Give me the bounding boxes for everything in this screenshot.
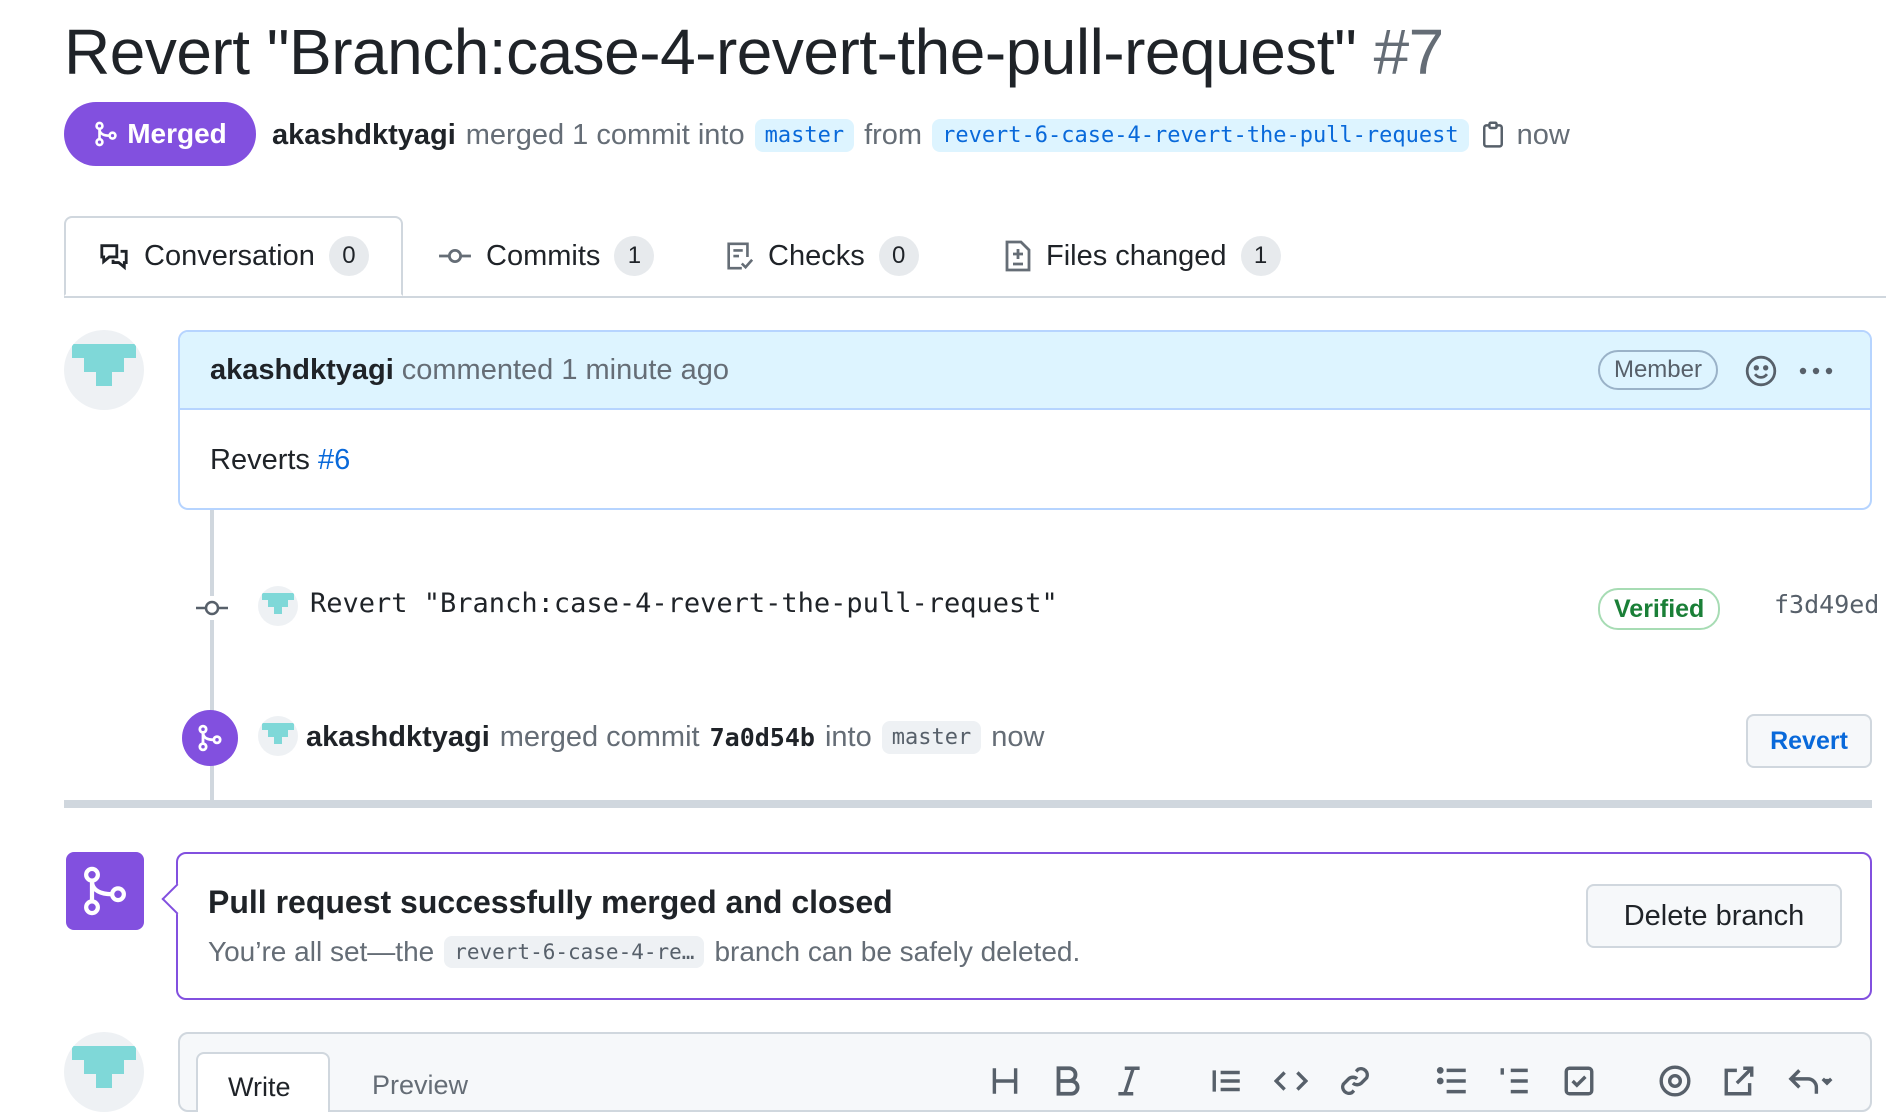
reply-icon[interactable] — [1786, 1064, 1834, 1098]
tab-label: Conversation — [144, 239, 315, 272]
merge-status-title: Pull request successfully merged and clo… — [208, 884, 893, 920]
merger-avatar[interactable] — [258, 716, 298, 756]
comment-body-text: Reverts — [210, 444, 310, 476]
smiley-icon[interactable] — [1744, 354, 1778, 388]
tab-files-changed[interactable]: Files changed 1 — [1004, 216, 1281, 296]
merge-event-badge — [182, 710, 238, 766]
heading-icon[interactable] — [988, 1064, 1022, 1098]
tab-checks[interactable]: Checks 0 — [724, 216, 919, 296]
comment-discussion-icon — [100, 244, 128, 271]
cross-reference-icon[interactable] — [1722, 1064, 1756, 1098]
commenter-avatar[interactable] — [64, 330, 144, 410]
git-commit-icon — [194, 596, 230, 620]
quote-icon[interactable] — [1210, 1064, 1244, 1098]
unordered-list-icon[interactable] — [1436, 1064, 1470, 1098]
revert-button[interactable]: Revert — [1746, 714, 1872, 768]
git-commit-icon — [439, 248, 471, 264]
merger-link[interactable]: akashdktyagi — [306, 721, 490, 754]
delete-branch-button[interactable]: Delete branch — [1586, 884, 1842, 948]
pr-title-text: Revert "Branch:case-4-revert-the-pull-re… — [64, 16, 1357, 88]
merge-into-text: into — [824, 720, 872, 753]
kebab-horizontal-icon[interactable] — [1798, 366, 1834, 376]
copy-icon[interactable] — [1479, 120, 1507, 150]
tab-commits[interactable]: Commits 1 — [438, 216, 655, 296]
from-text: from — [864, 118, 923, 151]
merge-commit-sha-link[interactable]: 7a0d54b — [710, 723, 815, 752]
comment-body: Reverts #6 — [180, 410, 1870, 508]
current-user-avatar[interactable] — [64, 1032, 144, 1112]
commit-author-avatar[interactable] — [258, 586, 298, 626]
pr-meta: akashdktyagi merged 1 commit into master… — [272, 112, 1570, 158]
tab-counter: 1 — [1240, 236, 1281, 276]
link-icon[interactable] — [1338, 1064, 1372, 1098]
merged-text: merged 1 commit into — [465, 118, 745, 151]
merged-state-badge: Merged — [64, 102, 256, 166]
tab-counter: 0 — [328, 236, 369, 276]
tab-counter: 1 — [614, 236, 655, 276]
git-merge-icon — [95, 121, 117, 147]
merge-status-prefix: You’re all set—the — [208, 936, 435, 967]
merge-status-subtitle: You’re all set—the revert-6-case-4-re… b… — [208, 936, 1080, 968]
file-diff-icon — [1005, 240, 1031, 272]
state-label: Merged — [127, 118, 227, 149]
pr-tab-bar: Conversation 0 Commits 1 Checks 0 Files … — [64, 216, 1886, 298]
verified-badge[interactable]: Verified — [1598, 588, 1721, 630]
comment-header: akashdktyagi commented 1 minute ago Memb… — [180, 332, 1870, 410]
member-badge: Member — [1597, 350, 1718, 390]
code-icon[interactable] — [1274, 1064, 1308, 1098]
tab-counter: 0 — [878, 236, 919, 276]
pr-author-link[interactable]: akashdktyagi — [272, 119, 456, 152]
comment-author-link[interactable]: akashdktyagi — [210, 354, 394, 387]
pr-number: #7 — [1373, 16, 1445, 88]
git-merge-icon — [198, 724, 222, 752]
head-branch-chip[interactable]: revert-6-case-4-revert-the-pull-request — [932, 118, 1469, 152]
timeline-divider — [64, 800, 1872, 808]
merge-event-time[interactable]: now — [991, 721, 1044, 754]
base-branch-chip[interactable]: master — [754, 118, 855, 152]
ordered-list-icon[interactable] — [1498, 1064, 1532, 1098]
tab-conversation[interactable]: Conversation 0 — [64, 216, 403, 296]
tab-label: Files changed — [1046, 239, 1227, 272]
commit-sha-link[interactable]: f3d49ed — [1774, 590, 1879, 619]
merge-target-branch[interactable]: master — [881, 720, 982, 754]
commit-message-link[interactable]: Revert "Branch:case-4-revert-the-pull-re… — [310, 588, 1058, 619]
merge-status-suffix: branch can be safely deleted. — [714, 936, 1081, 967]
write-tab[interactable]: Write — [196, 1052, 330, 1112]
comment-card: akashdktyagi commented 1 minute ago Memb… — [178, 330, 1872, 510]
comment-meta[interactable]: commented 1 minute ago — [402, 354, 729, 387]
pr-title: Revert "Branch:case-4-revert-the-pull-re… — [64, 14, 1444, 90]
bold-icon[interactable] — [1050, 1064, 1084, 1098]
merge-event-text: akashdktyagi merged commit 7a0d54b into … — [306, 714, 1044, 760]
task-list-icon[interactable] — [1562, 1064, 1596, 1098]
pr-time: now — [1516, 118, 1570, 151]
italic-icon[interactable] — [1112, 1064, 1146, 1098]
mention-icon[interactable] — [1658, 1064, 1692, 1098]
tab-label: Checks — [768, 239, 865, 272]
git-merge-icon — [84, 866, 126, 916]
checklist-icon — [727, 242, 754, 270]
merged-status-icon-box — [66, 852, 144, 930]
tab-label: Commits — [486, 239, 601, 272]
reverted-pr-link[interactable]: #6 — [318, 444, 350, 476]
deletable-branch-chip[interactable]: revert-6-case-4-re… — [444, 936, 705, 968]
merge-event-verb: merged commit — [499, 720, 700, 753]
